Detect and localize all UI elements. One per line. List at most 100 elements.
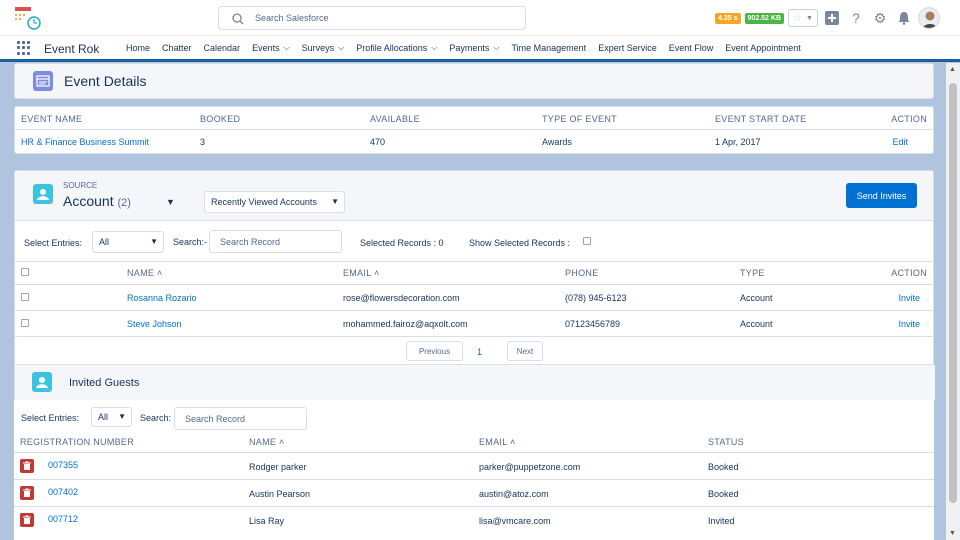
source-header: SOURCE Account (2) ▼ Recently Viewed Acc… <box>15 171 933 221</box>
global-search-input[interactable]: Search Salesforce <box>218 6 526 30</box>
object-switcher-chevron-down-icon[interactable]: ▼ <box>166 197 175 207</box>
chevron-down-icon[interactable]: ⌵ <box>338 43 344 53</box>
sort-arrow-icon: ˄ <box>157 268 163 278</box>
chevron-down-icon[interactable]: ⌵ <box>284 43 290 53</box>
event-details-table: EVENT NAME BOOKED AVAILABLE TYPE OF EVEN… <box>14 106 934 154</box>
nav-item-time-management[interactable]: Time Management <box>505 43 592 53</box>
account-name-link[interactable]: Rosanna Rozario <box>127 293 197 303</box>
chevron-down-icon: ▼ <box>806 14 813 22</box>
user-avatar[interactable] <box>918 7 940 29</box>
chevron-down-icon: ▼ <box>150 237 158 246</box>
account-icon <box>33 184 53 204</box>
show-selected-checkbox[interactable] <box>583 237 591 245</box>
app-name: Event Rok <box>44 42 100 56</box>
account-email: mohammed.fairoz@aqxolt.com <box>343 319 468 329</box>
guest-status: Booked <box>708 489 739 499</box>
table-row: HR & Finance Business Summit 3 470 Award… <box>15 130 933 154</box>
nav-item-payments[interactable]: Payments ⌵ <box>443 43 505 53</box>
account-name-link[interactable]: Steve Johson <box>127 319 182 329</box>
list-view-select[interactable]: Recently Viewed Accounts ▼ <box>204 191 345 213</box>
star-icon: ☆ <box>793 12 802 24</box>
source-count: (2) <box>117 197 131 209</box>
registration-number-link[interactable]: 007355 <box>48 460 78 470</box>
setup-gear-icon[interactable]: ⚙ <box>870 8 890 28</box>
event-details-icon <box>33 71 53 91</box>
col-email[interactable]: EMAIL ˄ <box>343 268 380 278</box>
delete-trash-icon[interactable] <box>20 459 34 473</box>
nav-item-events[interactable]: Events ⌵ <box>246 43 296 53</box>
global-header: Search Salesforce 4.35 s 902.52 KB ☆ ▼ ?… <box>0 0 960 36</box>
notification-bell-icon[interactable] <box>894 8 914 28</box>
source-title-text: Account <box>63 193 114 209</box>
source-title: Account (2) <box>63 193 131 209</box>
source-search-input[interactable]: Search Record <box>209 230 342 253</box>
chevron-down-icon: ▼ <box>331 197 339 206</box>
select-entries-value: All <box>99 237 110 247</box>
chevron-down-icon[interactable]: ⌵ <box>431 43 437 53</box>
nav-item-label: Event Appointment <box>725 42 801 53</box>
scroll-down-arrow-icon[interactable]: ▼ <box>949 530 956 537</box>
nav-item-profile-allocations[interactable]: Profile Allocations ⌵ <box>350 43 443 53</box>
chevron-down-icon[interactable]: ⌵ <box>493 43 499 53</box>
select-all-checkbox[interactable] <box>21 268 29 276</box>
page-scrollbar[interactable]: ▲ ▼ <box>946 63 960 540</box>
search-icon <box>232 13 244 25</box>
nav-item-event-flow[interactable]: Event Flow <box>663 43 720 53</box>
select-entries-dropdown[interactable]: All ▼ <box>92 231 164 253</box>
nav-item-chatter[interactable]: Chatter <box>156 43 198 53</box>
scrollbar-thumb[interactable] <box>949 83 957 503</box>
table-row: Rosanna Rozario rose@flowersdecoration.c… <box>15 285 933 310</box>
col-event-name: EVENT NAME <box>21 114 83 124</box>
nav-item-label: Payments <box>449 42 490 53</box>
row-checkbox[interactable] <box>21 319 29 327</box>
type-value: Awards <box>542 137 572 147</box>
registration-number-link[interactable]: 007712 <box>48 514 78 524</box>
invite-link[interactable]: Invite <box>898 293 920 303</box>
invited-guests-icon <box>32 372 52 392</box>
col-event-start-date: EVENT START DATE <box>715 114 807 124</box>
invited-search-input[interactable]: Search Record <box>174 407 307 430</box>
nav-item-home[interactable]: Home <box>120 43 156 53</box>
list-view-value: Recently Viewed Accounts <box>211 197 317 207</box>
app-launcher-icon[interactable] <box>17 41 31 55</box>
col-email[interactable]: EMAIL ˄ <box>479 437 516 447</box>
col-name[interactable]: NAME ˄ <box>249 437 285 447</box>
nav-item-expert-service[interactable]: Expert Service <box>592 43 663 53</box>
send-invites-button[interactable]: Send Invites <box>846 183 917 208</box>
delete-trash-icon[interactable] <box>20 513 34 527</box>
nav-item-calendar[interactable]: Calendar <box>198 43 247 53</box>
invite-link[interactable]: Invite <box>898 319 920 329</box>
col-name-label: NAME <box>249 437 277 447</box>
nav-item-label: Chatter <box>162 42 192 53</box>
help-icon[interactable]: ? <box>846 8 866 28</box>
event-name-link[interactable]: HR & Finance Business Summit <box>21 137 149 147</box>
delete-trash-icon[interactable] <box>20 486 34 500</box>
page-size-badge: 902.52 KB <box>744 12 784 24</box>
guest-name: Rodger parker <box>249 462 307 472</box>
account-phone: 07123456789 <box>565 319 621 329</box>
guest-status: Booked <box>708 462 739 472</box>
registration-number-link[interactable]: 007402 <box>48 487 78 497</box>
app-logo[interactable] <box>14 5 44 31</box>
previous-page-button[interactable]: Previous <box>406 341 463 361</box>
col-name[interactable]: NAME ˄ <box>127 268 163 278</box>
select-entries-value: All <box>98 412 109 422</box>
add-icon[interactable] <box>822 8 842 28</box>
nav-item-label: Events <box>252 42 280 53</box>
next-page-button[interactable]: Next <box>507 341 543 361</box>
col-name-label: NAME <box>127 268 155 278</box>
favorites-button[interactable]: ☆ ▼ <box>788 9 818 27</box>
select-entries-label: Select Entries: <box>24 238 83 248</box>
edit-link[interactable]: Edit <box>892 137 908 147</box>
row-checkbox[interactable] <box>21 293 29 301</box>
nav-item-event-appointment[interactable]: Event Appointment <box>719 43 807 53</box>
page-number-link[interactable]: 1 <box>477 347 482 357</box>
col-phone: PHONE <box>565 268 599 278</box>
nav-item-surveys[interactable]: Surveys ⌵ <box>296 43 351 53</box>
nav-item-label: Expert Service <box>598 42 657 53</box>
chevron-down-icon: ▼ <box>118 412 126 421</box>
select-entries-dropdown[interactable]: All ▼ <box>91 407 132 427</box>
invited-guests-title: Invited Guests <box>69 377 140 389</box>
scroll-up-arrow-icon[interactable]: ▲ <box>949 66 956 73</box>
nav-item-label: Profile Allocations <box>356 42 428 53</box>
